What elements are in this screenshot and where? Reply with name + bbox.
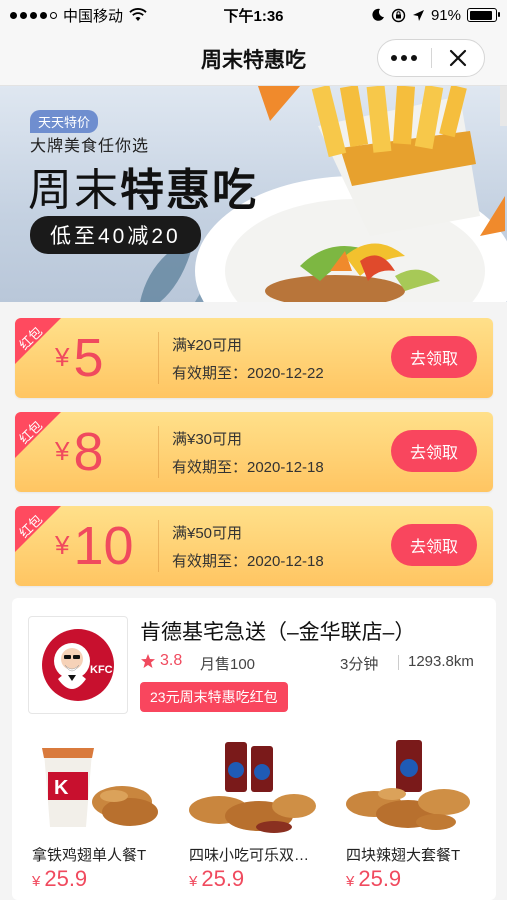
- banner-title: 周末特惠吃: [28, 154, 258, 218]
- product-price: ¥25.9: [189, 866, 244, 892]
- product-name: 四味小吃可乐双…: [189, 847, 310, 864]
- product-image: [336, 732, 481, 840]
- battery-fill: [469, 10, 493, 20]
- product-name: 四块辣翅大套餐T: [346, 847, 461, 864]
- close-button[interactable]: [432, 40, 485, 76]
- coupon-amount: ¥10: [55, 510, 134, 582]
- coupon-card: 红包 ¥5 满¥20可用 有效期至：2020-12-22 去领取: [15, 318, 493, 398]
- battery-icon: [467, 8, 500, 22]
- product-item[interactable]: 四块辣翅大套餐T ¥25.9: [336, 732, 481, 892]
- store-logo: KFC: [28, 616, 128, 714]
- coupon-divider: [158, 332, 159, 384]
- banner-title-light: 周末: [28, 166, 120, 215]
- status-left: 中国移动: [10, 5, 371, 26]
- logo-text: KFC: [90, 664, 113, 676]
- coupon-condition: 满¥20可用: [172, 337, 243, 354]
- product-price: ¥25.9: [346, 866, 401, 892]
- product-item[interactable]: K 拿铁鸡翅单人餐T ¥25.9: [22, 732, 167, 892]
- wifi-icon: [129, 8, 147, 21]
- coupon-divider: [158, 426, 159, 478]
- snack-combo-image: [189, 742, 316, 833]
- store-distance: 1293.8km: [408, 653, 474, 670]
- store-card[interactable]: KFC 肯德基宅急送（–金华联店–） 3.8 月售100 3分钟 1293.8k…: [12, 598, 496, 900]
- status-bar: 中国移动 下午1:36 91%: [0, 0, 507, 30]
- more-dots-icon: [391, 55, 418, 61]
- product-list: K 拿铁鸡翅单人餐T ¥25.9 四味小吃可乐双… ¥ 25.9 四块辣翅大套餐…: [22, 732, 481, 892]
- product-price: ¥25.9: [32, 866, 87, 892]
- nav-bar: 周末特惠吃: [0, 30, 507, 86]
- status-right: 91%: [371, 6, 500, 24]
- claim-coupon-button[interactable]: 去领取: [391, 336, 477, 378]
- price-value: 25.9: [44, 866, 88, 891]
- coupon-currency: ¥: [55, 530, 70, 560]
- close-icon: [449, 49, 466, 67]
- coupon-amount: ¥8: [55, 416, 104, 488]
- rating-score: 3.8: [160, 652, 183, 669]
- coupon-value: 8: [73, 422, 104, 482]
- carrier-label: 中国移动: [63, 7, 124, 25]
- banner-discount-pill: 低至40减20: [30, 216, 201, 254]
- product-item[interactable]: 四味小吃可乐双… ¥25.9: [179, 732, 324, 892]
- price-currency: ¥: [189, 873, 198, 890]
- location-arrow-icon: [412, 9, 424, 21]
- more-button[interactable]: [378, 40, 431, 76]
- store-name: 肯德基宅急送（–金华联店–）: [140, 621, 416, 644]
- coupon-condition: 满¥30可用: [172, 431, 243, 448]
- price-value: 25.9: [358, 866, 402, 891]
- coupon-amount: ¥5: [55, 322, 104, 394]
- signal-icon: [10, 11, 57, 19]
- product-name: 拿铁鸡翅单人餐T: [32, 847, 147, 864]
- coupon-expiry: 有效期至：2020-12-18: [172, 553, 324, 570]
- coupon-condition: 满¥50可用: [172, 525, 243, 542]
- coupon-expiry: 有效期至：2020-12-18: [172, 459, 324, 476]
- moon-icon: [372, 8, 384, 21]
- rotation-lock-icon: [391, 8, 406, 22]
- mini-program-capsule: [377, 39, 485, 77]
- banner-tag: 天天特价: [30, 110, 99, 133]
- product-image: [179, 732, 324, 840]
- claim-coupon-button[interactable]: 去领取: [391, 430, 477, 472]
- meta-divider: [398, 655, 399, 670]
- claim-coupon-button[interactable]: 去领取: [391, 524, 477, 566]
- monthly-sales: 月售100: [200, 656, 256, 673]
- latte-wings-image: K: [42, 748, 158, 827]
- svg-text:K: K: [54, 777, 69, 799]
- spicy-wings-image: [346, 740, 470, 830]
- product-image: K: [22, 732, 167, 840]
- battery-percent: 91%: [430, 6, 461, 24]
- star-icon: [141, 654, 155, 668]
- coupon-card: 红包 ¥8 满¥30可用 有效期至：2020-12-18 去领取: [15, 412, 493, 492]
- delivery-time: 3分钟: [340, 656, 379, 673]
- coupon-value: 5: [73, 328, 104, 388]
- coupon-expiry: 有效期至：2020-12-22: [172, 365, 324, 382]
- price-value: 25.9: [201, 866, 245, 891]
- promo-tag: 23元周末特惠吃红包: [140, 682, 288, 712]
- coupon-divider: [158, 520, 159, 572]
- banner-subtitle: 大牌美食任你选: [30, 138, 150, 155]
- coupon-value: 10: [73, 516, 134, 576]
- kfc-logo-icon: KFC: [42, 629, 114, 701]
- price-currency: ¥: [32, 873, 41, 890]
- promo-banner[interactable]: 天天特价 大牌美食任你选 周末特惠吃 低至40减20: [0, 86, 507, 302]
- banner-title-bold: 特惠吃: [120, 166, 258, 215]
- price-currency: ¥: [346, 873, 355, 890]
- coupon-currency: ¥: [55, 342, 70, 372]
- coupon-card: 红包 ¥10 满¥50可用 有效期至：2020-12-18 去领取: [15, 506, 493, 586]
- store-rating: 3.8: [140, 652, 182, 670]
- coupon-currency: ¥: [55, 436, 70, 466]
